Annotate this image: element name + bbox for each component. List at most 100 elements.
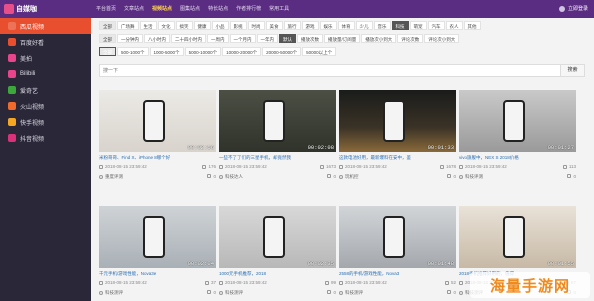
duration-chip[interactable]: 一个月内 <box>229 33 256 43</box>
video-duration: 00:01:27 <box>547 144 574 151</box>
search-input[interactable] <box>100 65 560 76</box>
sidebar-item-bilibili[interactable]: Bilibili <box>0 66 91 82</box>
plays-chip[interactable]: 1000-5000个 <box>149 46 184 56</box>
nav-special[interactable]: 特长站点 <box>204 0 232 18</box>
duration-chip[interactable]: 播放量/订阅量 <box>324 33 361 43</box>
site-logo[interactable]: 自媒咖 <box>4 2 58 16</box>
video-thumbnail[interactable]: 00:02:56 <box>99 90 216 152</box>
video-author[interactable]: 玩机控 <box>339 174 359 180</box>
duration-chip[interactable]: 全部 <box>99 33 116 43</box>
category-chip[interactable]: 科技 <box>391 20 409 30</box>
category-chip[interactable]: 全部 <box>99 20 116 30</box>
category-chip[interactable]: 娱乐 <box>319 20 337 30</box>
nav-videos[interactable]: 视频站点 <box>148 0 176 18</box>
author-icon <box>339 175 343 179</box>
duration-chip[interactable]: 二十四小时内 <box>171 33 206 43</box>
xigua-icon <box>8 22 16 30</box>
video-title[interactable]: 一些不了了们的三星手机，却竟然我 <box>219 155 336 161</box>
search-button[interactable]: 搜索 <box>560 65 584 76</box>
video-author[interactable]: 科技测评 <box>219 290 243 296</box>
video-thumbnail[interactable]: 00:02:04 <box>99 206 216 268</box>
sidebar-item-baidu[interactable]: 百度好看 <box>0 34 91 50</box>
video-author[interactable]: 科技测评 <box>99 290 123 296</box>
category-chip[interactable]: 体育 <box>337 20 355 30</box>
category-chip[interactable]: 小品 <box>211 20 229 30</box>
plays-chip[interactable]: 5000-10000个 <box>184 46 222 56</box>
category-chip[interactable]: 影视 <box>229 20 247 30</box>
category-chip[interactable]: 搞笑 <box>175 20 193 30</box>
nav-gallery[interactable]: 图集站点 <box>176 0 204 18</box>
video-title[interactable]: vivo旗舰中，NEX S 2018价格 <box>459 155 576 161</box>
douyin-icon <box>8 134 16 142</box>
duration-chip[interactable]: 默认 <box>279 33 296 43</box>
video-card[interactable]: 00:02:56 米粉哥哥、Find X、iPhone 8哪个好 2018-08-1… <box>99 90 216 180</box>
video-thumbnail[interactable]: 00:01:55 <box>459 206 576 268</box>
video-title[interactable]: 米粉哥哥、Find X、iPhone 8哪个好 <box>99 155 216 161</box>
plays-chip[interactable]: 20000-50000个 <box>262 46 302 56</box>
video-card[interactable]: 00:02:04 千元手机/游戏性能，Nova3e 2018-08-15 23:59… <box>99 206 216 296</box>
duration-chip[interactable]: 八小时内 <box>144 33 170 43</box>
duration-chip[interactable]: 评论次数 <box>397 33 424 43</box>
sidebar-item-label: Bilibili <box>20 71 36 77</box>
duration-chip[interactable]: 一年内 <box>256 33 278 43</box>
sidebar-item-kuaishou[interactable]: 快手视频 <box>0 114 91 130</box>
category-chip[interactable]: 文化 <box>157 20 175 30</box>
nav-articles[interactable]: 文章站点 <box>120 0 148 18</box>
category-chip[interactable]: 游戏 <box>301 20 319 30</box>
video-title[interactable]: 这款电池好用，最新爆料在安中，鉴 <box>339 155 456 161</box>
category-chip[interactable]: 萌宠 <box>409 20 427 30</box>
video-title[interactable]: 1000元手机推荐，2018 <box>219 271 336 277</box>
duration-chip[interactable]: 一周内 <box>207 33 229 43</box>
category-chip[interactable]: 少儿 <box>355 20 373 30</box>
plays-chip[interactable]: 10000-20000个 <box>222 46 262 56</box>
video-thumbnail[interactable]: 00:02:08 <box>219 90 336 152</box>
video-card[interactable]: 00:01:33 这款电池好用，最新爆料在安中，鉴 2018-08-15 23:59… <box>339 90 456 180</box>
video-thumbnail[interactable]: 00:02:35 <box>219 206 336 268</box>
category-chip[interactable]: 农人 <box>445 20 463 30</box>
sidebar-item-meipai[interactable]: 美拍 <box>0 50 91 66</box>
video-card[interactable]: 00:01:27 vivo旗舰中，NEX S 2018价格 2018-08-15 2… <box>459 90 576 180</box>
comment-icon <box>207 290 212 294</box>
video-card[interactable]: 00:02:35 1000元手机推荐，2018 2018-08-15 23:59:4… <box>219 206 336 296</box>
duration-chip[interactable]: 评论次小到大 <box>424 33 460 43</box>
duration-chip[interactable]: 播放次数 <box>297 33 323 43</box>
category-chip[interactable]: 旅行 <box>283 20 301 30</box>
video-author[interactable]: 科技达人 <box>219 174 243 180</box>
category-chip[interactable]: 健康 <box>193 20 211 30</box>
category-chip[interactable]: 时尚 <box>247 20 265 30</box>
video-thumbnail[interactable]: 00:01:48 <box>339 206 456 268</box>
login-link[interactable]: 立即登录 <box>558 0 588 18</box>
play-count-icon <box>202 164 207 169</box>
video-card[interactable]: 00:02:08 一些不了了们的三星手机，却竟然我 2018-08-15 23:59… <box>219 90 336 180</box>
sidebar-item-xigua[interactable]: 西瓜视频 <box>0 18 91 34</box>
sidebar-item-douyin[interactable]: 抖音视频 <box>0 130 91 146</box>
video-thumbnail[interactable]: 00:01:27 <box>459 90 576 152</box>
category-chip[interactable]: 其他 <box>463 20 481 30</box>
sidebar-item-huoshan[interactable]: 火山视频 <box>0 98 91 114</box>
plays-chip[interactable]: 50000以上个 <box>302 46 337 56</box>
video-thumbnail[interactable]: 00:01:33 <box>339 90 456 152</box>
nav-home[interactable]: 平台首页 <box>92 0 120 18</box>
category-chip[interactable]: 广场舞 <box>117 20 139 30</box>
nav-tools[interactable]: 常用工具 <box>265 0 293 18</box>
category-chip[interactable]: 音乐 <box>373 20 391 30</box>
video-date: 2018-08-15 23:59:42 <box>339 164 387 169</box>
video-title[interactable]: 千元手机/游戏性能，Nova3e <box>99 271 216 277</box>
video-author[interactable]: 科技测评 <box>339 290 363 296</box>
video-date-text: 2018-08-15 23:59:42 <box>225 280 267 285</box>
video-card[interactable]: 00:01:48 2558的手机/游戏性能，Nova3 2018-08-15 23:… <box>339 206 456 296</box>
category-chip[interactable]: 汽车 <box>427 20 445 30</box>
sidebar-item-iqiyi[interactable]: 爱奇艺 <box>0 82 91 98</box>
author-icon <box>459 175 463 179</box>
video-title[interactable]: 2558的手机/游戏性能，Nova3 <box>339 271 456 277</box>
nav-ranking[interactable]: 作者排行榜 <box>232 0 265 18</box>
plays-chip[interactable]: 全部 <box>99 46 116 56</box>
video-author[interactable]: 科技评测 <box>459 174 483 180</box>
plays-chip[interactable]: 500-1000个 <box>117 46 149 56</box>
category-chip[interactable]: 美食 <box>265 20 283 30</box>
video-author[interactable]: 重度评测 <box>99 174 123 180</box>
video-comments: 0 <box>567 172 576 180</box>
duration-chip[interactable]: 播放次小到大 <box>361 33 397 43</box>
duration-chip[interactable]: 一分钟内 <box>117 33 143 43</box>
category-chip[interactable]: 生活 <box>139 20 157 30</box>
